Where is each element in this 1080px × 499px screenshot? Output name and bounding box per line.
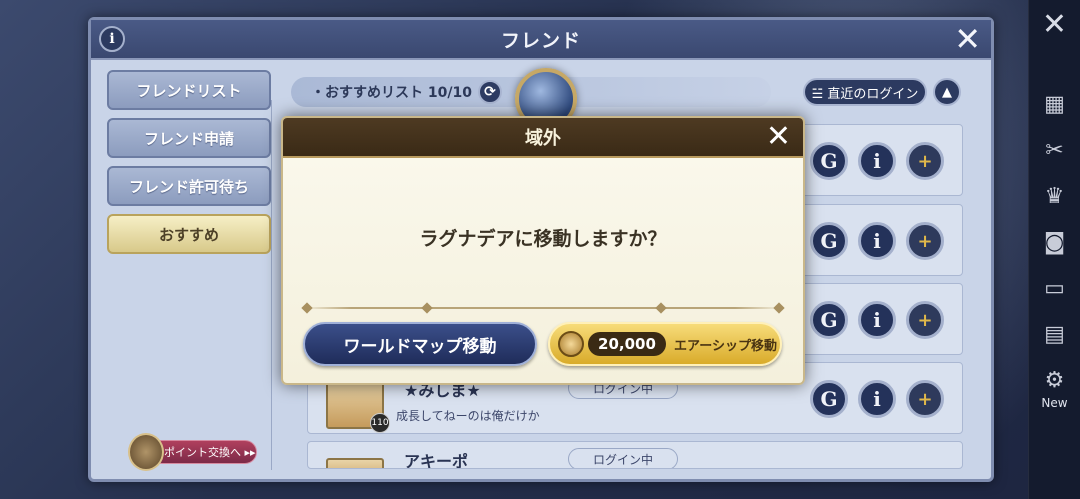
airship-move-button[interactable]: 20,000 エアーシップ移動 — [548, 322, 782, 366]
info-icon[interactable]: i — [858, 301, 896, 339]
tab-friend-pending[interactable]: フレンド許可待ち — [107, 166, 271, 206]
dialog-header: 域外 ✕ — [283, 118, 803, 158]
emblem-icon — [128, 433, 164, 471]
map-icon[interactable]: ▦ — [1035, 84, 1075, 124]
sort-button[interactable]: ☱ 直近のログイン — [803, 78, 927, 106]
side-close-icon[interactable]: ✕ — [1035, 4, 1075, 44]
airship-cost: 20,000 — [588, 332, 666, 356]
info-icon[interactable]: i — [858, 380, 896, 418]
avatar — [326, 458, 384, 468]
tab-recommended[interactable]: おすすめ — [107, 214, 271, 254]
guild-icon[interactable]: G — [810, 380, 848, 418]
tab-friend-list[interactable]: フレンドリスト — [107, 70, 271, 110]
tab-list: フレンドリスト フレンド申請 フレンド許可待ち おすすめ — [107, 70, 275, 262]
info-icon[interactable]: i — [99, 26, 125, 52]
coin-icon — [558, 331, 584, 357]
travel-dialog: 域外 ✕ ラグナデアに移動しますか？ ワールドマップ移動 20,000 エアーシ… — [281, 116, 805, 385]
worldmap-move-button[interactable]: ワールドマップ移動 — [303, 322, 537, 366]
sort-direction-button[interactable]: ▲ — [933, 78, 961, 106]
window-title: フレンド — [500, 29, 581, 52]
info-icon[interactable]: i — [858, 222, 896, 260]
camera-icon[interactable]: ◙ — [1035, 222, 1075, 262]
guild-icon[interactable]: G — [810, 222, 848, 260]
tools-icon[interactable]: ✂ — [1035, 130, 1075, 170]
settings-icon[interactable]: ⚙ — [1035, 360, 1075, 400]
point-exchange-button[interactable]: ポイント交換へ ▸▸ — [128, 433, 257, 471]
trophy-icon[interactable]: ♛ — [1035, 176, 1075, 216]
column-divider — [271, 100, 272, 470]
player-comment: 成長してねーのは俺だけか — [396, 409, 540, 423]
dialog-close-icon[interactable]: ✕ — [766, 118, 791, 156]
info-icon[interactable]: i — [858, 142, 896, 180]
list-item[interactable]: アキーポ ログイン中 — [307, 441, 963, 469]
add-friend-icon[interactable]: + — [906, 380, 944, 418]
player-name: アキーポ — [404, 452, 469, 469]
add-friend-icon[interactable]: + — [906, 222, 944, 260]
login-status: ログイン中 — [568, 448, 678, 468]
side-menu: ✕ ▦ ✂ ♛ ◙ ▭ ▤ ⚙ New — [1028, 0, 1080, 499]
refresh-icon[interactable]: ⟳ — [477, 80, 502, 104]
window-header: i フレンド ✕ — [91, 20, 991, 60]
guild-icon[interactable]: G — [810, 142, 848, 180]
new-label: New — [1041, 396, 1068, 410]
tab-friend-request[interactable]: フレンド申請 — [107, 118, 271, 158]
close-icon[interactable]: ✕ — [954, 22, 981, 56]
airship-label: エアーシップ移動 — [674, 338, 777, 354]
level-badge: 110 — [370, 413, 390, 433]
dialog-title: 域外 — [525, 128, 561, 149]
dialog-message: ラグナデアに移動しますか？ — [419, 228, 667, 250]
guild-icon[interactable]: G — [810, 301, 848, 339]
battery-icon[interactable]: ▭ — [1035, 268, 1075, 308]
dialog-divider — [301, 302, 785, 314]
list-header-label: ・おすすめリスト 10/10 — [311, 85, 472, 101]
point-exchange-label: ポイント交換へ ▸▸ — [164, 446, 256, 459]
add-friend-icon[interactable]: + — [906, 301, 944, 339]
add-friend-icon[interactable]: + — [906, 142, 944, 180]
calendar-icon[interactable]: ▤ — [1035, 314, 1075, 354]
